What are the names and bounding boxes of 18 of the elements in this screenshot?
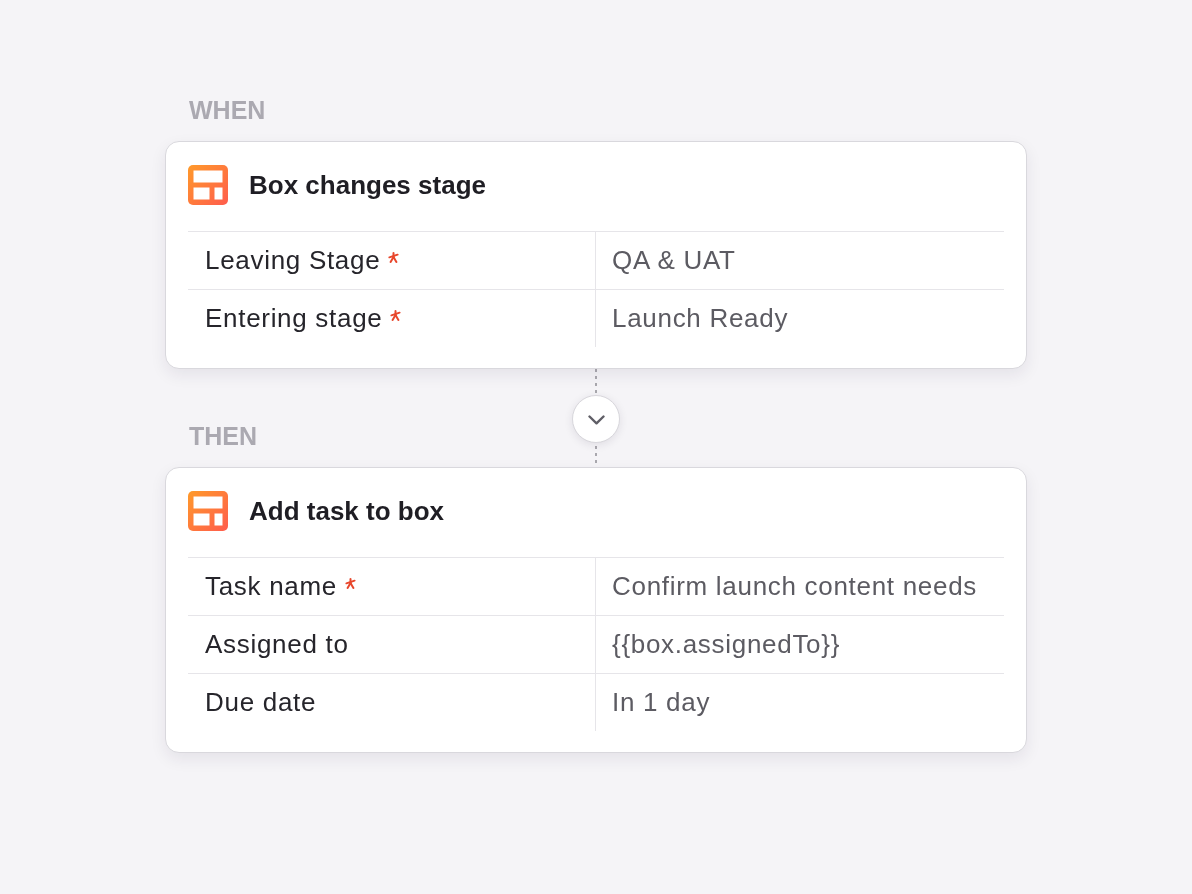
card-title: Add task to box (249, 495, 444, 527)
card-title: Box changes stage (249, 169, 486, 201)
field-value: In 1 day (612, 687, 711, 718)
field-value: QA & UAT (612, 245, 736, 276)
layout-icon (188, 491, 228, 531)
chevron-down-icon (587, 414, 605, 425)
field-label: Due date (205, 687, 317, 718)
layout-icon (188, 165, 228, 205)
field-label: Leaving Stage (205, 245, 381, 276)
field-label: Entering stage (205, 303, 383, 334)
field-value: Launch Ready (612, 303, 789, 334)
connector-toggle-button[interactable] (572, 395, 620, 443)
field-label: Task name (205, 571, 338, 602)
section-label: WHEN (189, 96, 266, 124)
field-value: {{box.assignedTo}} (612, 629, 840, 660)
field-label: Assigned to (205, 629, 349, 660)
section-label: THEN (189, 422, 258, 450)
field-value: Confirm launch content needs (612, 571, 978, 602)
